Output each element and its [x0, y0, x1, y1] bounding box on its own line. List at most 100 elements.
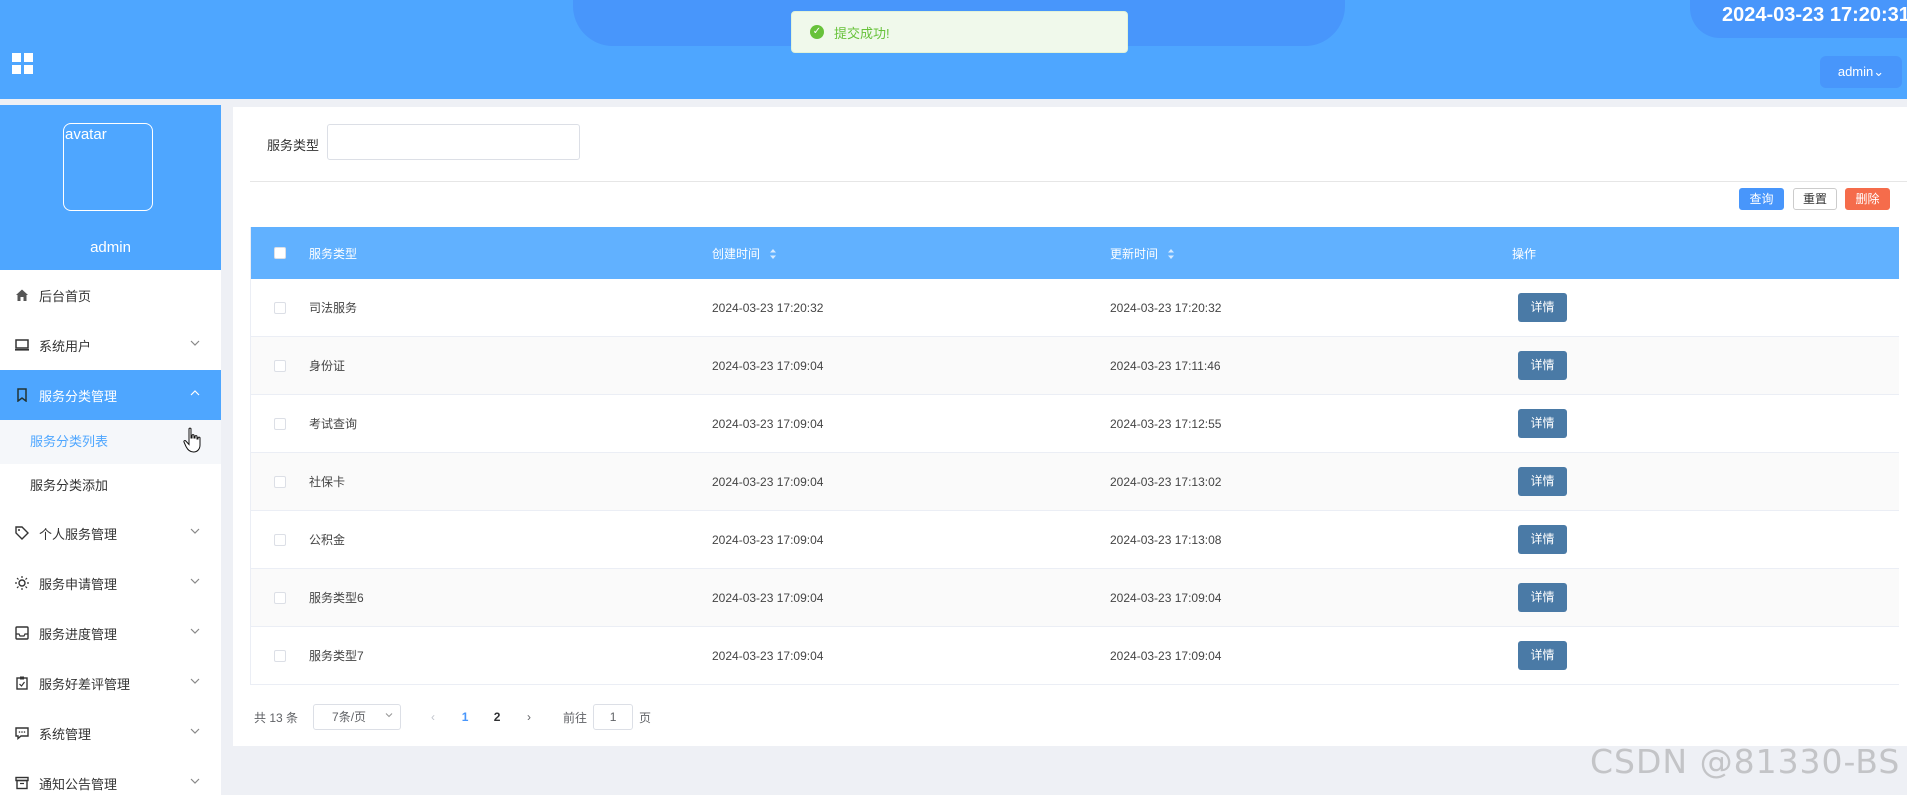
column-header-label: 创建时间: [712, 246, 761, 261]
check-circle-icon: ✓: [810, 25, 824, 39]
sidebar-item-service-progress[interactable]: 服务进度管理: [0, 608, 221, 658]
chevron-down-icon: [190, 340, 200, 346]
header-datetime: 2024-03-23 17:20:31: [1722, 4, 1907, 26]
chevron-down-icon: [190, 578, 200, 584]
sidebar-item-system-users[interactable]: 系统用户: [0, 320, 221, 370]
table-row: 司法服务 2024-03-23 17:20:32 2024-03-23 17:2…: [251, 279, 1899, 337]
sidebar-item-system-management[interactable]: 系统管理: [0, 708, 221, 758]
archive-icon: [15, 776, 29, 790]
detail-button[interactable]: 详情: [1518, 525, 1567, 554]
inbox-icon: [15, 626, 29, 640]
sort-icon[interactable]: [1167, 248, 1175, 260]
table-row: 服务类型6 2024-03-23 17:09:04 2024-03-23 17:…: [251, 569, 1899, 627]
next-page-button[interactable]: ›: [513, 710, 545, 724]
home-icon: [16, 289, 28, 301]
goto-prefix: 前往: [563, 710, 588, 725]
sidebar-item-home[interactable]: 后台首页: [0, 270, 221, 320]
bookmark-icon: [17, 388, 27, 402]
detail-button[interactable]: 详情: [1518, 641, 1567, 670]
page-size-select[interactable]: 7条/页: [313, 704, 402, 730]
delete-button[interactable]: 删除: [1845, 188, 1890, 210]
page-size-value: 7条/页: [332, 710, 367, 724]
goto-page-input[interactable]: 1: [593, 704, 634, 730]
table-row: 服务类型7 2024-03-23 17:09:04 2024-03-23 17:…: [251, 627, 1899, 685]
row-checkbox[interactable]: [274, 359, 286, 372]
user-dropdown-button[interactable]: admin⌄: [1820, 56, 1902, 88]
chevron-down-icon: [190, 678, 200, 684]
avatar: avatar: [63, 123, 153, 211]
cell-type: 服务类型7: [309, 649, 364, 663]
hand-cursor-icon: [183, 427, 201, 453]
select-all-checkbox[interactable]: [274, 247, 286, 259]
table-row: 身份证 2024-03-23 17:09:04 2024-03-23 17:11…: [251, 337, 1899, 395]
column-header-actions: 操作: [1512, 246, 1537, 261]
cell-created: 2024-03-23 17:20:32: [712, 300, 824, 315]
sidebar-item-label: 后台首页: [39, 288, 92, 304]
row-checkbox[interactable]: [274, 301, 286, 314]
sidebar-item-label: 服务分类管理: [39, 388, 118, 404]
divider: [250, 181, 1907, 182]
detail-button[interactable]: 详情: [1518, 351, 1567, 380]
row-checkbox[interactable]: [274, 649, 286, 662]
search-label: 服务类型: [267, 138, 320, 153]
reset-button[interactable]: 重置: [1793, 188, 1837, 210]
sidebar-item-label: 服务好差评管理: [39, 676, 131, 692]
column-header-label: 更新时间: [1110, 246, 1159, 261]
avatar-alt-text: avatar: [65, 126, 107, 143]
detail-button[interactable]: 详情: [1518, 293, 1567, 322]
sidebar-username: admin: [0, 226, 221, 270]
cell-type: 公积金: [309, 533, 346, 547]
sidebar-item-label: 系统用户: [39, 338, 92, 354]
detail-button[interactable]: 详情: [1518, 467, 1567, 496]
row-checkbox[interactable]: [274, 475, 286, 488]
chevron-down-icon: [190, 528, 200, 534]
cell-updated: 2024-03-23 17:20:32: [1110, 300, 1222, 315]
row-checkbox[interactable]: [274, 591, 286, 604]
row-checkbox[interactable]: [274, 533, 286, 546]
cell-type: 服务类型6: [309, 591, 364, 605]
service-type-search-input[interactable]: [327, 124, 580, 160]
query-button[interactable]: 查询: [1739, 188, 1784, 210]
service-category-table: 服务类型 创建时间 更新时间 操作 司法服务 2024-03-23 17:20:…: [250, 227, 1899, 685]
page-number[interactable]: 1: [449, 710, 481, 724]
cell-type: 社保卡: [309, 475, 346, 489]
cell-created: 2024-03-23 17:09:04: [712, 416, 824, 431]
chevron-down-icon: [190, 728, 200, 734]
sidebar-item-service-category[interactable]: 服务分类管理: [0, 370, 221, 420]
sidebar-item-label: 服务进度管理: [39, 626, 118, 642]
sidebar-item-notice-management[interactable]: 通知公告管理: [0, 758, 221, 795]
sort-icon[interactable]: [769, 248, 777, 260]
toast-message: 提交成功!: [834, 25, 890, 41]
sidebar-item-service-application[interactable]: 服务申请管理: [0, 558, 221, 608]
clipboard-icon: [16, 676, 28, 690]
grid-menu-icon[interactable]: [12, 53, 33, 74]
row-checkbox[interactable]: [274, 417, 286, 430]
page-number[interactable]: 2: [481, 710, 513, 724]
cell-updated: 2024-03-23 17:11:46: [1110, 358, 1221, 373]
sidebar-item-service-rating[interactable]: 服务好差评管理: [0, 658, 221, 708]
table-row: 公积金 2024-03-23 17:09:04 2024-03-23 17:13…: [251, 511, 1899, 569]
sidebar-subitem-category-add[interactable]: 服务分类添加: [0, 464, 221, 508]
chat-icon: [15, 727, 29, 740]
cell-created: 2024-03-23 17:09:04: [712, 474, 824, 489]
detail-button[interactable]: 详情: [1518, 583, 1567, 612]
table-body: 司法服务 2024-03-23 17:20:32 2024-03-23 17:2…: [251, 279, 1899, 685]
cell-created: 2024-03-23 17:09:04: [712, 532, 824, 547]
watermark: CSDN @81330-BS: [1590, 742, 1901, 781]
prev-page-button[interactable]: ‹: [417, 710, 449, 724]
chevron-down-icon: [385, 713, 393, 718]
column-header-created[interactable]: 创建时间: [712, 245, 1110, 262]
table-header: 服务类型 创建时间 更新时间 操作: [251, 227, 1899, 279]
sidebar-item-label: 个人服务管理: [39, 526, 118, 542]
goto-suffix: 页: [639, 710, 652, 725]
cell-type: 考试查询: [309, 417, 358, 431]
column-header-updated[interactable]: 更新时间: [1110, 245, 1512, 262]
detail-button[interactable]: 详情: [1518, 409, 1567, 438]
sidebar-item-label: 系统管理: [39, 726, 92, 742]
profile-panel: avatar: [0, 105, 221, 226]
chevron-down-icon: [190, 778, 200, 784]
cell-updated: 2024-03-23 17:12:55: [1110, 416, 1222, 431]
cell-updated: 2024-03-23 17:09:04: [1110, 648, 1222, 663]
cell-type: 司法服务: [309, 301, 358, 315]
sidebar-item-personal-service[interactable]: 个人服务管理: [0, 508, 221, 558]
